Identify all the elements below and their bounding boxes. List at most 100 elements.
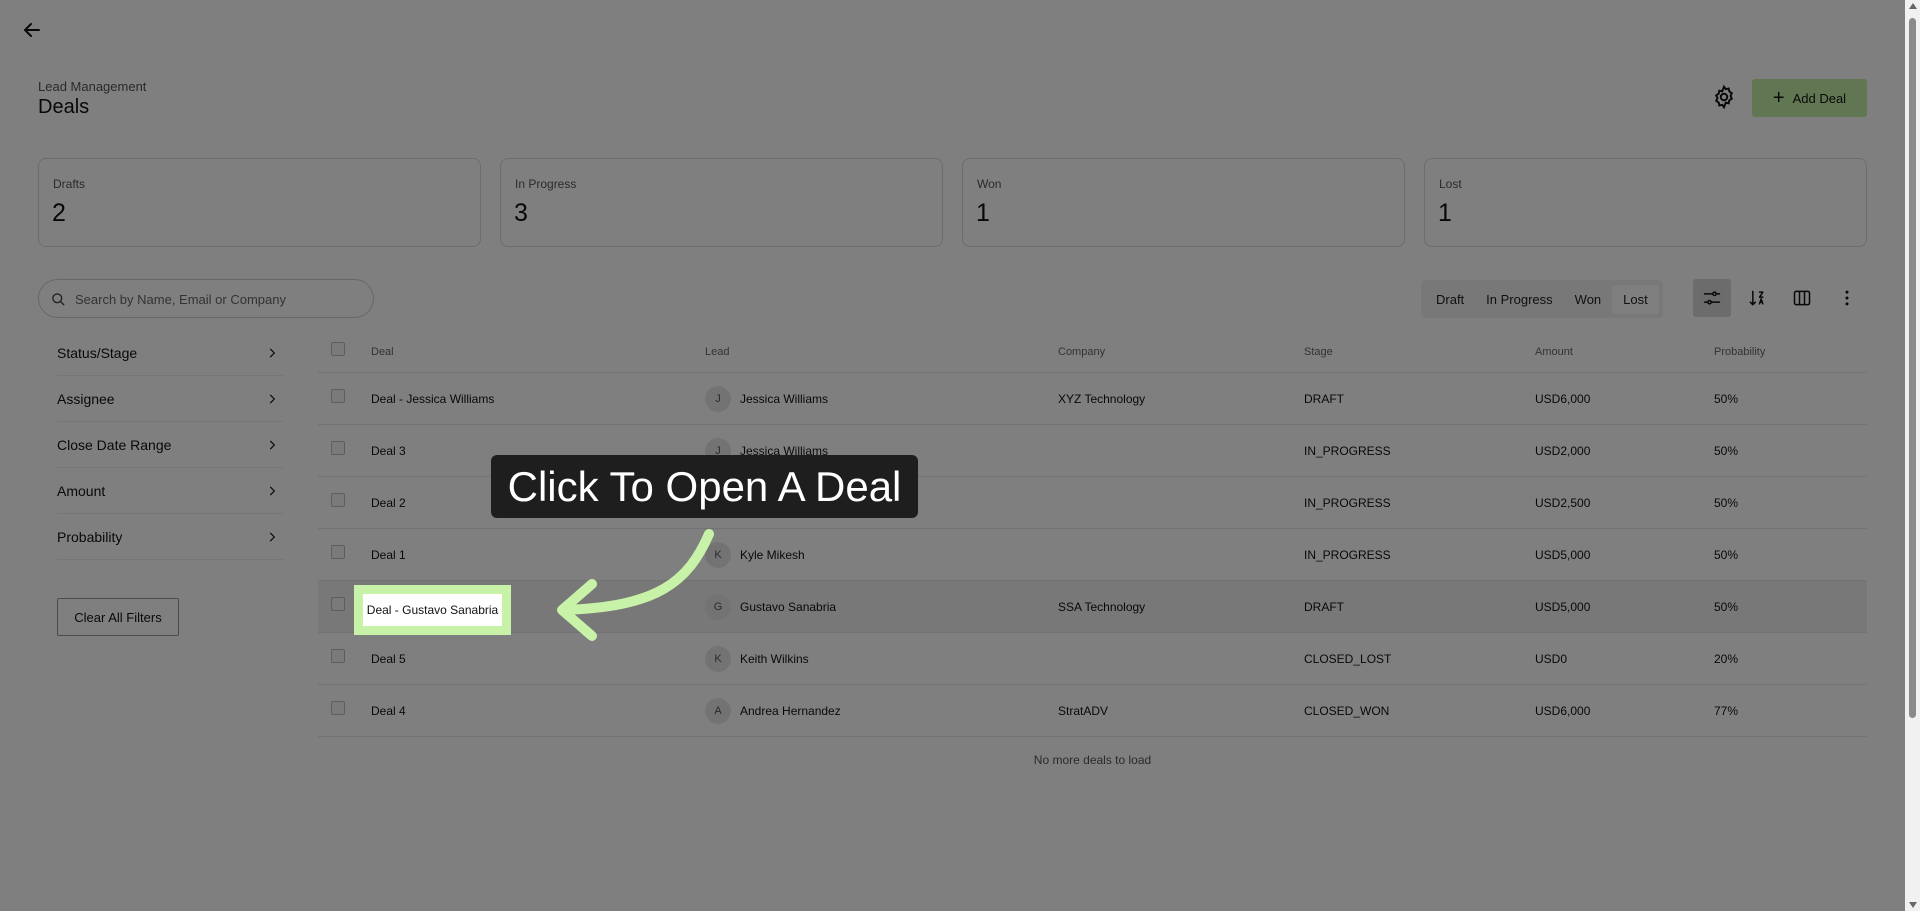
row-checkbox[interactable] (331, 597, 345, 611)
breadcrumb: Lead Management (38, 79, 147, 94)
page-scrollbar[interactable] (1905, 0, 1920, 911)
row-checkbox[interactable] (331, 493, 345, 507)
deal-name[interactable]: Deal 2 (371, 477, 406, 529)
probability-cell: 50% (1714, 496, 1739, 510)
deal-name[interactable]: Deal - Jessica Williams (371, 373, 494, 425)
back-arrow-icon[interactable] (20, 18, 44, 42)
company-cell: XYZ Technology (1058, 392, 1146, 406)
select-all-checkbox[interactable] (331, 342, 345, 356)
stat-card-drafts: Drafts 2 (38, 158, 481, 247)
row-checkbox[interactable] (331, 701, 345, 715)
tab-won[interactable]: Won (1564, 285, 1613, 314)
column-header-stage[interactable]: Stage (1304, 346, 1333, 358)
plus-icon: + (1772, 87, 1785, 109)
stat-card-in-progress: In Progress 3 (500, 158, 943, 247)
settings-gear-icon[interactable] (1711, 84, 1737, 110)
deal-name[interactable]: Deal 4 (371, 685, 406, 737)
amount-cell: USD2,500 (1535, 496, 1591, 510)
filter-label: Assignee (57, 390, 115, 407)
chevron-right-icon (269, 348, 276, 357)
lead-name: Jessica Williams (740, 392, 829, 406)
stat-value: 3 (514, 199, 528, 227)
chevron-right-icon (269, 532, 276, 541)
probability-cell: 50% (1714, 444, 1739, 458)
lead-cell: A Andrea Hernandez (705, 685, 841, 737)
row-checkbox[interactable] (331, 545, 345, 559)
row-checkbox[interactable] (331, 441, 345, 455)
filter-label: Close Date Range (57, 436, 172, 453)
amount-cell: USD0 (1535, 652, 1568, 666)
filter-probability[interactable]: Probability (57, 514, 283, 560)
scroll-down-arrow-icon[interactable] (1909, 902, 1917, 908)
tab-lost[interactable]: Lost (1612, 284, 1659, 314)
company-cell: SSA Technology (1058, 600, 1146, 614)
filter-amount[interactable]: Amount (57, 468, 283, 514)
highlighted-deal-link[interactable]: Deal - Gustavo Sanabria (354, 585, 511, 635)
probability-cell: 77% (1714, 704, 1739, 718)
tab-draft[interactable]: Draft (1425, 285, 1475, 314)
column-header-amount[interactable]: Amount (1535, 346, 1573, 358)
stat-label: Won (977, 177, 1002, 191)
deal-name[interactable]: Deal 1 (371, 529, 406, 581)
deal-name[interactable]: Deal 3 (371, 425, 406, 477)
clear-all-filters-button[interactable]: Clear All Filters (57, 598, 179, 636)
filter-label: Amount (57, 482, 106, 499)
filter-status-stage[interactable]: Status/Stage (57, 330, 283, 376)
chevron-right-icon (269, 486, 276, 495)
scroll-up-arrow-icon[interactable] (1909, 3, 1917, 9)
guide-arrow-icon (557, 529, 714, 641)
stage-cell: DRAFT (1304, 392, 1344, 406)
search-box (38, 279, 374, 318)
stat-label: Lost (1439, 177, 1462, 191)
filter-sliders-icon (1703, 291, 1721, 305)
lead-cell: J Jessica Williams (705, 373, 828, 425)
column-header-probability[interactable]: Probability (1714, 346, 1765, 358)
more-vertical-icon (1845, 290, 1849, 306)
tab-in-progress[interactable]: In Progress (1475, 285, 1563, 314)
amount-cell: USD5,000 (1535, 600, 1591, 614)
stat-card-lost: Lost 1 (1424, 158, 1867, 247)
end-of-list-note: No more deals to load (1033, 753, 1152, 767)
search-input[interactable] (75, 288, 365, 310)
avatar: J (705, 386, 731, 412)
stage-cell: IN_PROGRESS (1304, 444, 1391, 458)
row-checkbox[interactable] (331, 649, 345, 663)
sort-button[interactable] (1738, 279, 1776, 317)
stage-cell: CLOSED_WON (1304, 704, 1390, 718)
columns-icon (1793, 290, 1811, 306)
row-checkbox[interactable] (331, 389, 345, 403)
probability-cell: 20% (1714, 652, 1739, 666)
column-header-deal[interactable]: Deal (371, 346, 394, 358)
filter-label: Probability (57, 528, 123, 545)
deals-page: Lead Management Deals + Add Deal Drafts … (0, 0, 1920, 911)
scroll-thumb[interactable] (1909, 18, 1916, 718)
stat-label: Drafts (53, 177, 86, 191)
chevron-right-icon (269, 440, 276, 449)
amount-cell: USD6,000 (1535, 704, 1591, 718)
table-header: Deal Lead Company Stage Amount Probabili… (318, 333, 1867, 373)
more-options-button[interactable] (1828, 279, 1866, 317)
filter-close-date-range[interactable]: Close Date Range (57, 422, 283, 468)
search-icon (52, 293, 65, 306)
avatar: A (705, 698, 731, 724)
stat-value: 2 (52, 199, 66, 227)
add-deal-label: Add Deal (1792, 90, 1847, 106)
lead-name: Gustavo Sanabria (740, 600, 837, 614)
filter-panel: Status/Stage Assignee Close Date Range A… (57, 330, 283, 560)
guide-tooltip: Click To Open A Deal (491, 455, 918, 518)
table-row[interactable]: Deal - Jessica Williams J Jessica William… (318, 373, 1867, 425)
stat-card-won: Won 1 (962, 158, 1405, 247)
deal-name[interactable]: Deal 5 (371, 633, 406, 685)
column-header-lead[interactable]: Lead (705, 346, 729, 358)
columns-button[interactable] (1783, 279, 1821, 317)
table-row[interactable]: Deal 4 A Andrea Hernandez StratADV CLOSED… (318, 685, 1867, 737)
company-cell: StratADV (1058, 704, 1109, 718)
stage-tab-group: Draft In Progress Won Lost (1421, 280, 1663, 318)
stage-cell: IN_PROGRESS (1304, 496, 1391, 510)
stage-cell: CLOSED_LOST (1304, 652, 1392, 666)
filter-toggle-button[interactable] (1693, 279, 1731, 317)
column-header-company[interactable]: Company (1058, 346, 1105, 358)
probability-cell: 50% (1714, 548, 1739, 562)
add-deal-button[interactable]: + Add Deal (1752, 79, 1867, 117)
filter-assignee[interactable]: Assignee (57, 376, 283, 422)
